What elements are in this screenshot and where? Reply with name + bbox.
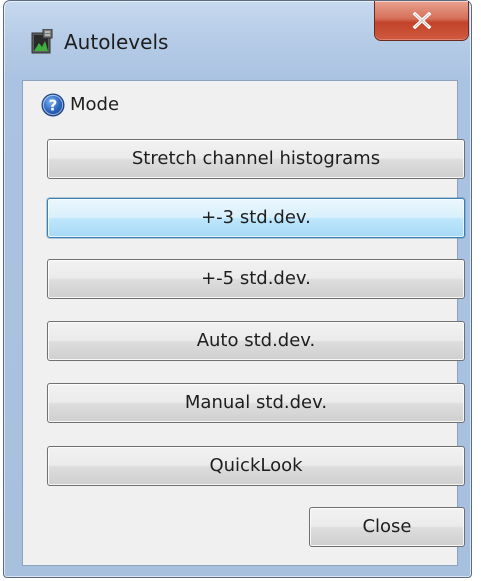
app-icon	[30, 28, 54, 55]
window-title: Autolevels	[64, 30, 169, 54]
stretch-channel-histograms-button[interactable]: Stretch channel histograms	[47, 139, 465, 179]
close-button[interactable]: Close	[309, 507, 465, 547]
std-dev-3-button[interactable]: +-3 std.dev.	[47, 198, 465, 238]
window-close-button[interactable]	[374, 1, 469, 41]
quicklook-button[interactable]: QuickLook	[47, 446, 465, 486]
close-icon	[412, 12, 432, 29]
svg-text:?: ?	[49, 97, 58, 115]
help-icon[interactable]: ?	[41, 93, 65, 117]
title-bar[interactable]: Autolevels	[4, 1, 471, 81]
autolevels-window: Autolevels ? Mode Stretch channel histog…	[3, 0, 472, 578]
manual-std-dev-button[interactable]: Manual std.dev.	[47, 383, 465, 423]
std-dev-5-button[interactable]: +-5 std.dev.	[47, 259, 465, 299]
auto-std-dev-button[interactable]: Auto std.dev.	[47, 321, 465, 361]
dialog-client-area: ? Mode Stretch channel histograms +-3 st…	[22, 80, 465, 566]
mode-label: Mode	[70, 94, 120, 115]
